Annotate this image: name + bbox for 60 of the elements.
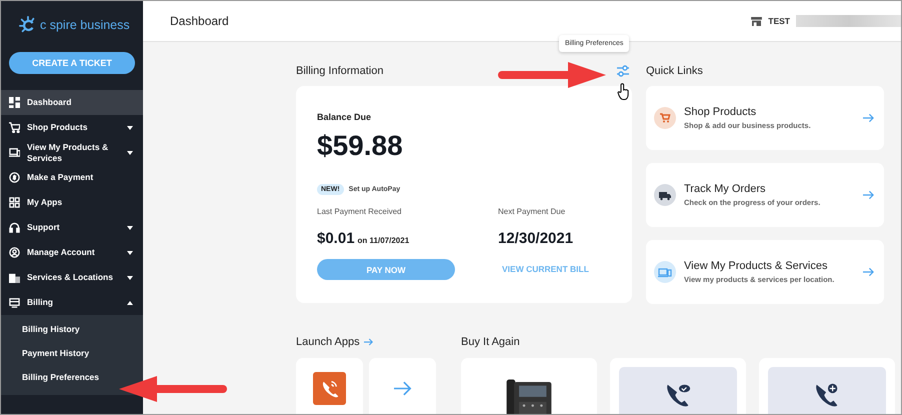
grid-icon bbox=[9, 97, 20, 108]
arrow-icon[interactable] bbox=[364, 338, 373, 346]
caret-icon bbox=[127, 250, 133, 254]
arrow-icon bbox=[863, 113, 874, 123]
nav-item[interactable]: View My Products & Services bbox=[1, 140, 143, 165]
account-name: TEST bbox=[768, 16, 790, 26]
submenu-item[interactable]: Payment History bbox=[1, 341, 94, 365]
link-title: View My Products & Services bbox=[684, 260, 828, 272]
nav-item[interactable]: Manage Account bbox=[1, 240, 143, 265]
apps-icon bbox=[9, 197, 20, 208]
caret-icon bbox=[127, 226, 133, 230]
nav-item[interactable]: My Apps bbox=[1, 190, 143, 215]
cart-icon bbox=[9, 122, 20, 133]
nav-item[interactable]: Services & Locations bbox=[1, 265, 143, 290]
building-icon bbox=[9, 272, 20, 283]
caret-icon bbox=[127, 150, 133, 154]
link-title: Track My Orders bbox=[684, 183, 766, 195]
devices-icon bbox=[9, 147, 20, 158]
nav-item[interactable]: Shop Products bbox=[1, 115, 143, 140]
section-heading: Billing Information bbox=[296, 65, 384, 77]
next-payment-date: 12/30/2021 bbox=[498, 230, 574, 247]
last-payment-label: Last Payment Received bbox=[317, 207, 402, 216]
nav-item[interactable]: Billing bbox=[1, 290, 143, 315]
balance-label: Balance Due bbox=[317, 112, 372, 122]
phone-app-icon bbox=[313, 372, 346, 404]
link-title: Shop Products bbox=[684, 106, 758, 118]
caret-icon bbox=[127, 276, 133, 280]
section-heading[interactable]: Launch Apps bbox=[296, 336, 360, 348]
headset-icon bbox=[9, 222, 20, 233]
nav-item[interactable]: Support bbox=[1, 215, 143, 240]
caret-icon bbox=[127, 300, 133, 304]
product-card[interactable] bbox=[759, 358, 895, 414]
card-icon bbox=[9, 297, 20, 308]
submenu-item[interactable]: Billing Preferences bbox=[1, 365, 104, 389]
last-payment-date: on 11/07/2021 bbox=[358, 236, 410, 245]
next-payment-label: Next Payment Due bbox=[498, 207, 566, 216]
arrow-icon bbox=[863, 267, 874, 277]
nav-item[interactable]: Dashboard bbox=[1, 90, 143, 115]
user-icon bbox=[9, 247, 20, 258]
last-payment-amount: $0.01 bbox=[317, 230, 355, 247]
caret-icon bbox=[127, 126, 133, 130]
dollar-icon bbox=[9, 172, 20, 183]
logo-icon bbox=[19, 16, 37, 34]
truck-icon bbox=[654, 184, 676, 206]
arrow-icon bbox=[394, 380, 412, 396]
section-heading: Buy It Again bbox=[461, 336, 520, 348]
cart-icon bbox=[654, 107, 676, 129]
arrow-icon bbox=[863, 190, 874, 200]
product-card[interactable] bbox=[461, 358, 597, 414]
page-title: Dashboard bbox=[170, 14, 229, 28]
submenu-item[interactable]: Billing History bbox=[1, 317, 84, 341]
sliders-icon[interactable] bbox=[616, 65, 630, 77]
product-card[interactable] bbox=[610, 358, 746, 414]
devices-icon bbox=[654, 261, 676, 283]
logo-text: c spire business bbox=[40, 18, 130, 32]
app-card[interactable] bbox=[296, 358, 363, 414]
balance-amount: $59.88 bbox=[317, 130, 404, 162]
nav-item[interactable]: Make a Payment bbox=[1, 165, 143, 190]
store-icon bbox=[751, 16, 762, 26]
section-heading: Quick Links bbox=[646, 65, 703, 77]
